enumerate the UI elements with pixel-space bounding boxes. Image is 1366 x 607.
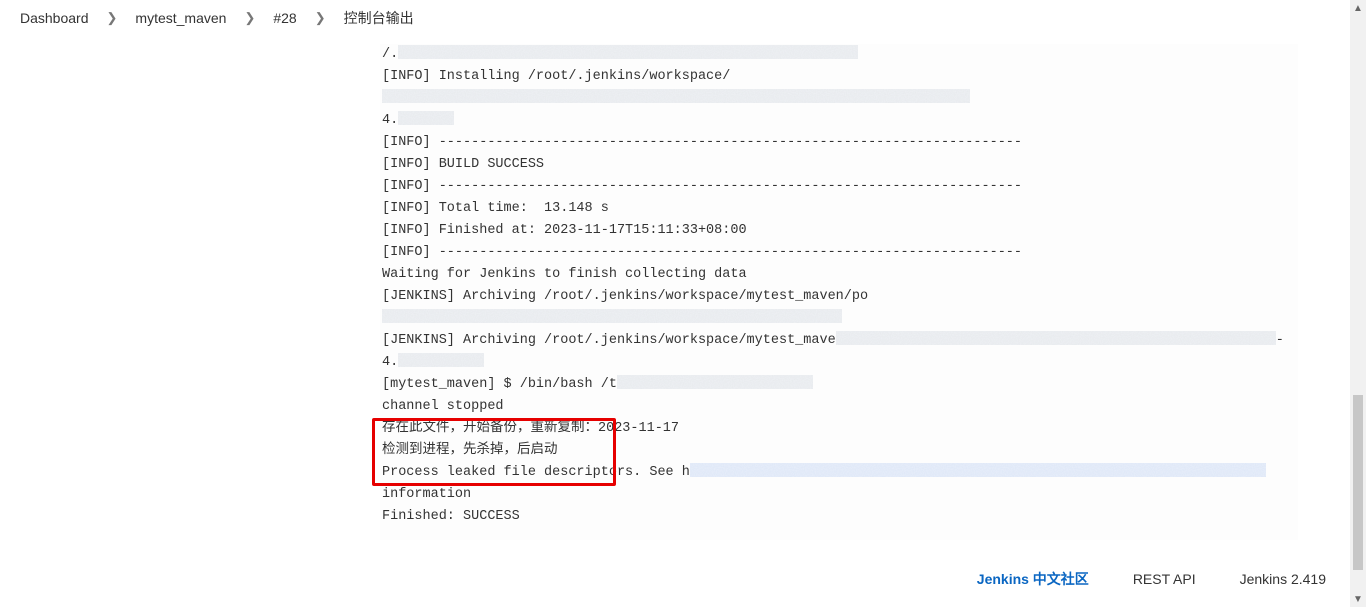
console-line: 4. bbox=[382, 113, 398, 128]
console-line: information bbox=[382, 487, 471, 502]
console-line: [INFO] Installing /root/.jenkins/workspa… bbox=[382, 69, 730, 84]
console-output: /. [INFO] Installing /root/.jenkins/work… bbox=[382, 44, 1290, 528]
scrollbar-track[interactable]: ▲ ▼ bbox=[1350, 0, 1366, 607]
redacted-text bbox=[398, 45, 858, 59]
console-line: 存在此文件，开始备份，重新复制：2023-11-17 bbox=[382, 421, 679, 436]
console-line: Process leaked file descriptors. See h bbox=[382, 465, 690, 480]
console-line: [JENKINS] Archiving /root/.jenkins/works… bbox=[382, 333, 836, 348]
console-line: [INFO] ---------------------------------… bbox=[382, 135, 1022, 150]
jenkins-version-label: Jenkins 2.419 bbox=[1240, 571, 1326, 587]
console-line: [INFO] ---------------------------------… bbox=[382, 245, 1022, 260]
breadcrumb-dashboard[interactable]: Dashboard bbox=[16, 8, 93, 28]
chevron-right-icon: ❯ bbox=[315, 10, 326, 26]
console-line: [JENKINS] Archiving /root/.jenkins/works… bbox=[382, 289, 868, 304]
leaked-descriptors-link[interactable] bbox=[690, 465, 1266, 480]
scrollbar-thumb[interactable] bbox=[1353, 395, 1363, 570]
console-line: 4. bbox=[382, 355, 398, 370]
redacted-text bbox=[382, 89, 970, 103]
console-output-panel: /. [INFO] Installing /root/.jenkins/work… bbox=[380, 44, 1298, 540]
console-line: [INFO] Finished at: 2023-11-17T15:11:33+… bbox=[382, 223, 747, 238]
page-footer: Jenkins 中文社区 REST API Jenkins 2.419 bbox=[977, 569, 1326, 589]
breadcrumb: Dashboard ❯ mytest_maven ❯ #28 ❯ 控制台输出 bbox=[0, 0, 1366, 36]
console-line: /. bbox=[382, 47, 398, 62]
console-line: Finished: SUCCESS bbox=[382, 509, 520, 524]
console-line: Waiting for Jenkins to finish collecting… bbox=[382, 267, 747, 282]
redacted-text bbox=[836, 331, 1276, 345]
redacted-text bbox=[398, 111, 454, 125]
console-line: [mytest_maven] $ /bin/bash /t bbox=[382, 377, 617, 392]
console-line: [INFO] Total time: 13.148 s bbox=[382, 201, 609, 216]
jenkins-cn-community-link[interactable]: Jenkins 中文社区 bbox=[977, 569, 1089, 589]
scroll-up-arrow-icon[interactable]: ▲ bbox=[1350, 0, 1366, 16]
chevron-right-icon: ❯ bbox=[244, 10, 255, 26]
chevron-right-icon: ❯ bbox=[107, 10, 118, 26]
redacted-text bbox=[617, 375, 813, 389]
console-line: channel stopped bbox=[382, 399, 504, 414]
redacted-text bbox=[382, 309, 842, 323]
breadcrumb-build[interactable]: #28 bbox=[269, 8, 300, 28]
scroll-down-arrow-icon[interactable]: ▼ bbox=[1350, 591, 1366, 607]
redacted-text bbox=[690, 463, 1266, 477]
breadcrumb-console[interactable]: 控制台输出 bbox=[340, 6, 418, 30]
rest-api-link[interactable]: REST API bbox=[1133, 571, 1196, 587]
console-line: [INFO] BUILD SUCCESS bbox=[382, 157, 544, 172]
breadcrumb-project[interactable]: mytest_maven bbox=[131, 8, 230, 28]
console-line: 检测到进程，先杀掉，后启动 bbox=[382, 443, 558, 458]
redacted-text bbox=[398, 353, 484, 367]
console-line: [INFO] ---------------------------------… bbox=[382, 179, 1022, 194]
